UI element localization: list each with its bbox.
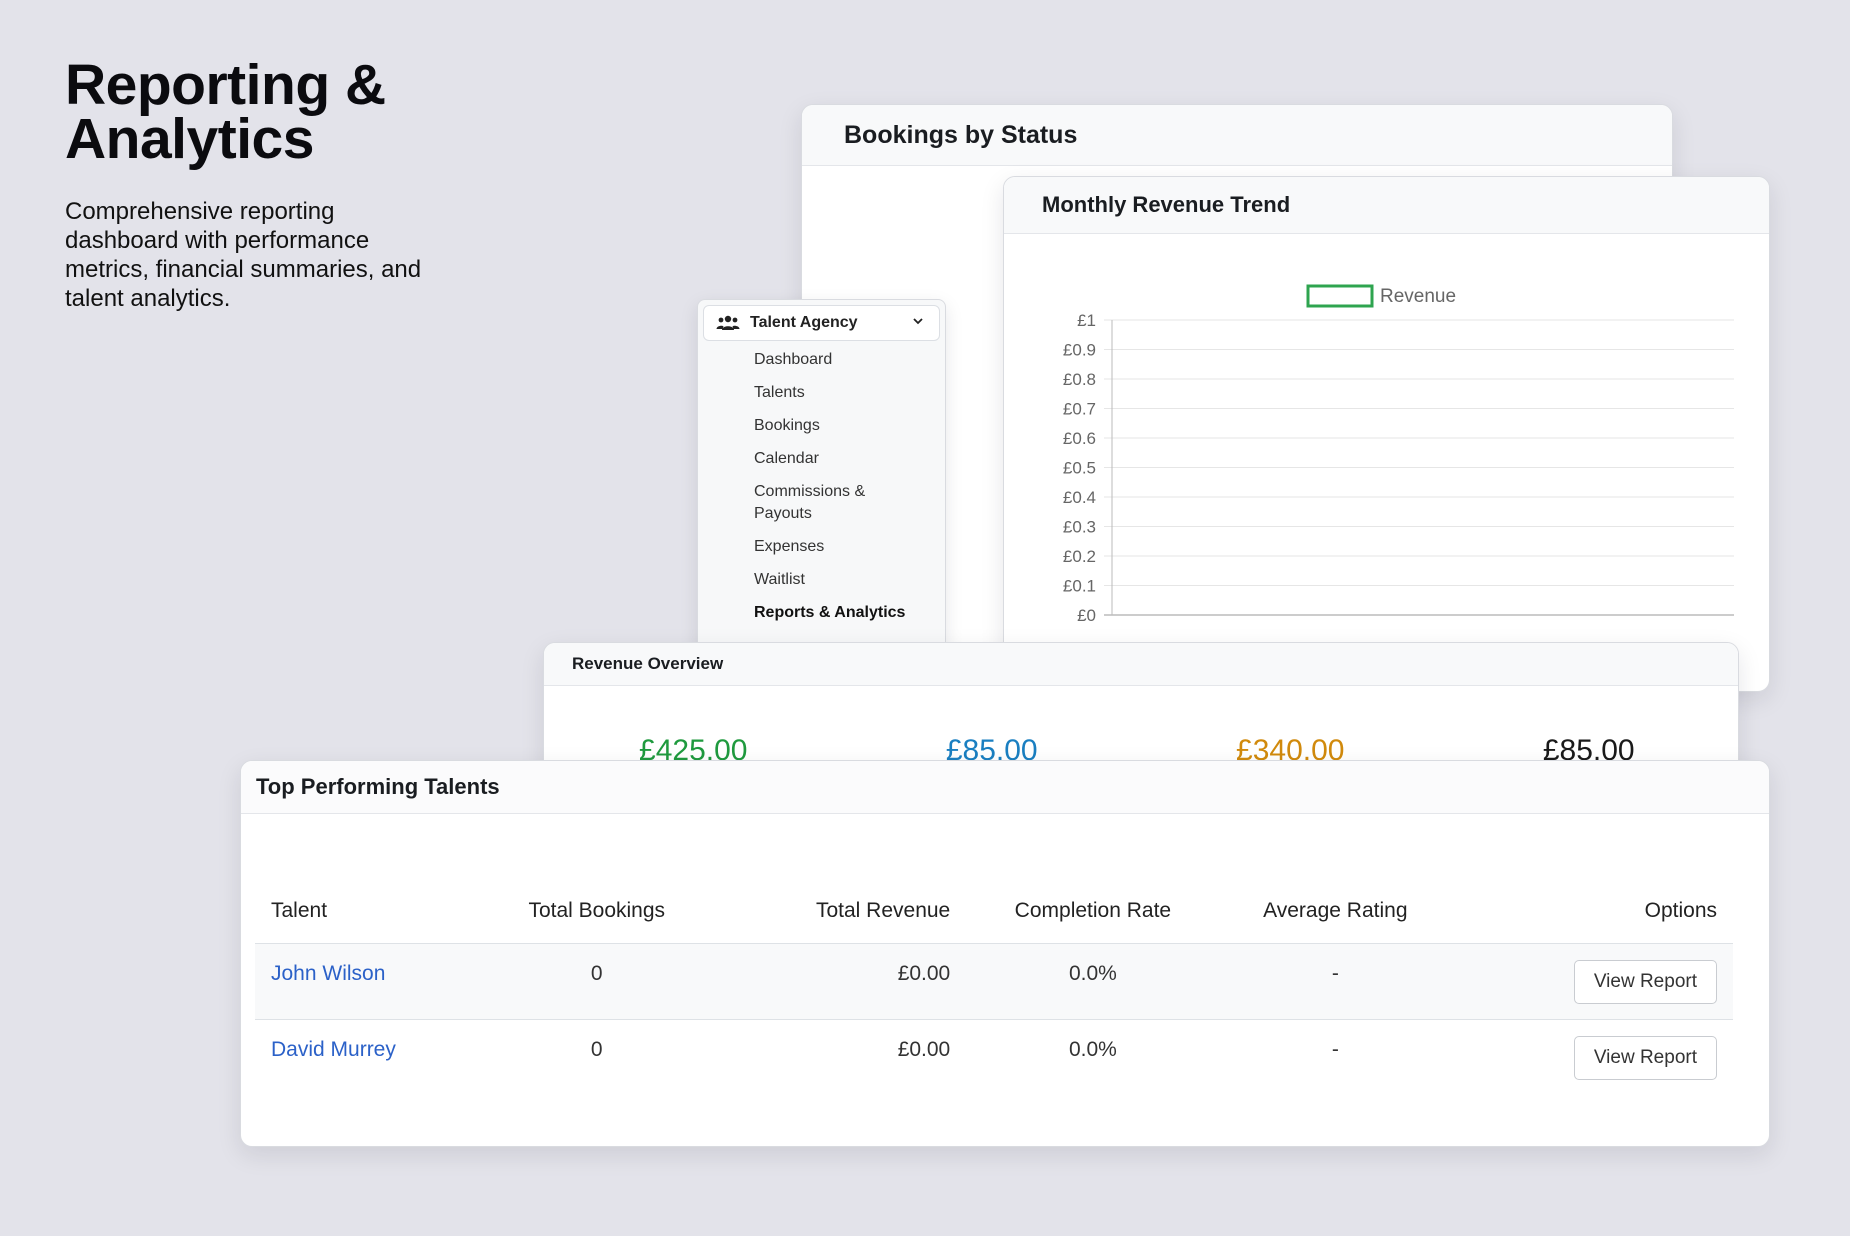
talent-link[interactable]: John Wilson bbox=[271, 962, 385, 985]
cell-bookings: 0 bbox=[476, 943, 718, 1020]
chevron-down-icon[interactable] bbox=[911, 314, 925, 328]
monthly-revenue-title: Monthly Revenue Trend bbox=[1004, 177, 1769, 234]
monthly-revenue-card: Monthly Revenue Trend Revenue £0 £0.1 £0.2… bbox=[1003, 176, 1770, 692]
users-icon bbox=[716, 315, 740, 330]
cell-action: View Report bbox=[1451, 1020, 1733, 1096]
cell-talent: David Murrey bbox=[255, 1020, 476, 1096]
column-header-completion-rate[interactable]: Completion Rate bbox=[966, 891, 1220, 944]
column-header-average-rating[interactable]: Average Rating bbox=[1219, 891, 1452, 944]
column-header-options[interactable]: Options bbox=[1451, 891, 1733, 944]
y-tick-label: £0.1 bbox=[1063, 577, 1096, 596]
sidebar-menu: Dashboard Talents Bookings Calendar Commissi… bbox=[698, 349, 945, 624]
revenue-overview-title: Revenue Overview bbox=[544, 643, 1738, 686]
page-description: Comprehensive reporting dashboard with p… bbox=[65, 198, 422, 312]
sidebar-item-waitlist[interactable]: Waitlist bbox=[698, 569, 945, 591]
sidebar-item-reports-analytics[interactable]: Reports & Analytics bbox=[698, 602, 945, 624]
y-tick-label: £0.4 bbox=[1063, 488, 1096, 507]
legend-swatch bbox=[1306, 284, 1374, 308]
page-title: Reporting & Analytics bbox=[65, 53, 386, 171]
table-body: John Wilson 0 £0.00 0.0% - View Report David M… bbox=[255, 943, 1733, 1096]
cell-revenue: £0.00 bbox=[897, 1038, 951, 1061]
cell-talent: John Wilson bbox=[255, 943, 477, 1020]
column-header-total-revenue[interactable]: Total Revenue bbox=[717, 891, 967, 944]
cell-completion: 0.0% bbox=[1068, 1038, 1117, 1061]
cell-action: View Report bbox=[1451, 943, 1733, 1020]
legend-label: Revenue bbox=[1380, 286, 1456, 307]
sidebar-item-commissions-payouts[interactable]: Commissions & Payouts bbox=[698, 481, 874, 525]
sidebar-item-bookings[interactable]: Bookings bbox=[698, 415, 945, 437]
view-report-button[interactable]: View Report bbox=[1573, 960, 1717, 1004]
y-tick-label: £0.8 bbox=[1063, 370, 1096, 389]
cell-completion: 0.0% bbox=[966, 943, 1220, 1020]
cell-rating: - bbox=[1331, 1038, 1339, 1061]
sidebar-item-dashboard[interactable]: Dashboard bbox=[698, 349, 945, 371]
sidebar-item-expenses[interactable]: Expenses bbox=[698, 536, 945, 558]
table-row: John Wilson 0 £0.00 0.0% - View Report bbox=[255, 943, 1733, 1020]
view-report-button[interactable]: View Report bbox=[1573, 1036, 1717, 1080]
cell-revenue: £0.00 bbox=[717, 943, 967, 1020]
sidebar-group-talent-agency[interactable]: Talent Agency bbox=[703, 305, 940, 341]
y-tick-label: £0.3 bbox=[1063, 518, 1096, 537]
talent-link[interactable]: David Murrey bbox=[271, 1038, 396, 1061]
y-tick-label: £0.9 bbox=[1063, 341, 1096, 360]
cell-rating: - bbox=[1219, 943, 1452, 1020]
bookings-by-status-title: Bookings by Status bbox=[802, 105, 1672, 166]
chart-legend[interactable]: Revenue bbox=[1306, 284, 1456, 308]
column-header-total-bookings[interactable]: Total Bookings bbox=[476, 891, 718, 944]
y-tick-label: £0.7 bbox=[1063, 400, 1096, 419]
sidebar-item-talents[interactable]: Talents bbox=[698, 382, 945, 404]
top-talents-title: Top Performing Talents bbox=[241, 761, 1769, 814]
sidebar-item-calendar[interactable]: Calendar bbox=[698, 448, 945, 470]
top-talents-card: Top Performing Talents Talent Total Booki… bbox=[240, 760, 1770, 1147]
top-talents-table: Talent Total Bookings Total Revenue Complet… bbox=[255, 891, 1733, 1096]
y-tick-label: £0.5 bbox=[1063, 459, 1096, 478]
y-tick-label: £0.6 bbox=[1063, 429, 1096, 448]
y-tick-label: £1 bbox=[1077, 311, 1096, 330]
y-tick-label: £0 bbox=[1077, 606, 1096, 625]
sidebar-group-label: Talent Agency bbox=[750, 314, 858, 331]
column-header-talent[interactable]: Talent bbox=[255, 891, 477, 944]
revenue-chart: Revenue £0 £0.1 £0.2 £0.3 £0.4 £0.5 £0.6 £0.7 £0… bbox=[1063, 284, 1734, 625]
cell-bookings: 0 bbox=[590, 1038, 603, 1061]
table-row: David Murrey 0 £0.00 0.0% - View Report bbox=[255, 1020, 1733, 1096]
y-tick-label: £0.2 bbox=[1063, 547, 1096, 566]
table-header-row: Talent Total Bookings Total Revenue Complet… bbox=[255, 891, 1733, 944]
sidebar: Talent Agency Dashboard Talents Bookings Ca… bbox=[697, 299, 946, 661]
